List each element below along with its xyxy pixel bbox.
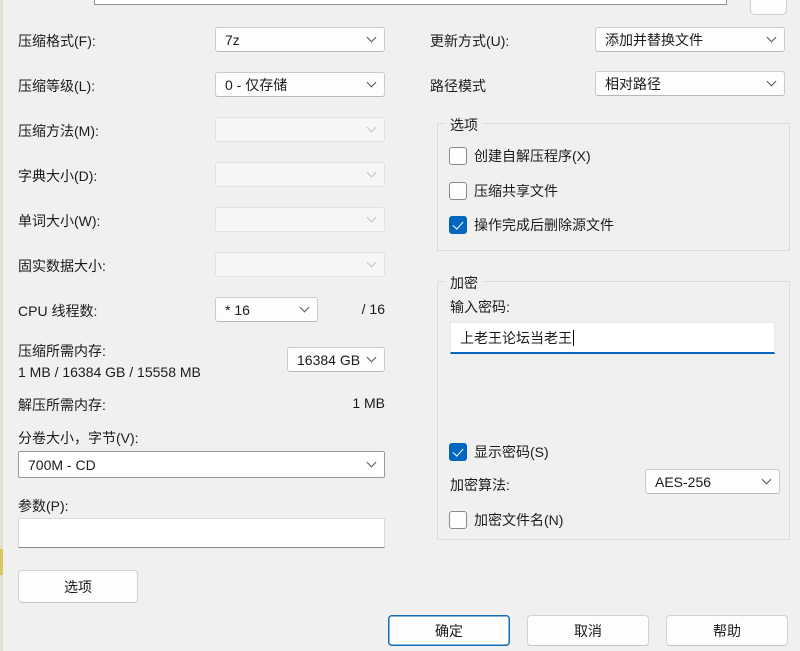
text-caret [573,330,574,346]
checkbox-icon [449,216,467,234]
chevron-down-icon [367,168,377,178]
chevron-down-icon [762,475,772,485]
cpu-threads-label: CPU 线程数: [18,301,97,321]
volume-size-value: 700M - CD [28,457,96,473]
chevron-down-icon [767,77,777,87]
path-mode-value: 相对路径 [605,74,661,94]
create-sfx-checkbox[interactable]: 创建自解压程序(X) [449,146,591,166]
show-password-label: 显示密码(S) [474,442,549,462]
method-combobox [215,117,385,142]
compress-memory-label: 压缩所需内存: [18,341,106,361]
memory-limit-value: 16384 GB [297,352,360,368]
password-value: 上老王论坛当老王 [460,330,572,346]
update-mode-value: 添加并替换文件 [605,30,703,50]
compress-shared-checkbox[interactable]: 压缩共享文件 [449,181,558,201]
cpu-threads-max: / 16 [355,301,385,317]
checkbox-icon [449,182,467,200]
dictionary-combobox [215,162,385,187]
parameters-input[interactable] [18,518,385,548]
word-size-label: 单词大小(W): [18,211,100,231]
chevron-down-icon [367,458,377,468]
volume-size-label: 分卷大小，字节(V): [18,428,139,448]
password-label: 输入密码: [450,297,510,317]
cancel-button[interactable]: 取消 [527,615,649,646]
chevron-down-icon [767,33,777,43]
options-button-label: 选项 [64,577,92,597]
memory-limit-combobox[interactable]: 16384 GB [287,347,385,372]
format-label: 压缩格式(F): [18,31,96,51]
encrypt-filenames-checkbox[interactable]: 加密文件名(N) [449,510,563,530]
archive-name-input[interactable] [94,0,727,5]
format-value: 7z [225,32,240,48]
browse-button[interactable] [750,0,787,15]
parameters-label: 参数(P): [18,496,69,516]
decompress-memory-value: 1 MB [285,395,385,411]
chevron-down-icon [367,33,377,43]
chevron-down-icon [367,213,377,223]
solid-size-combobox [215,252,385,277]
encryption-group-title: 加密 [445,273,483,293]
options-group-title: 选项 [445,115,483,135]
update-mode-combobox[interactable]: 添加并替换文件 [595,27,785,52]
compress-shared-label: 压缩共享文件 [474,181,558,201]
help-button[interactable]: 帮助 [666,615,788,646]
word-size-combobox [215,207,385,232]
volume-size-combobox[interactable]: 700M - CD [18,451,385,478]
options-button[interactable]: 选项 [18,570,138,603]
screen-edge-artifact-highlight [0,549,3,575]
password-input[interactable]: 上老王论坛当老王 [450,322,775,354]
checkbox-icon [449,443,467,461]
encryption-method-combobox[interactable]: AES-256 [645,469,780,494]
checkbox-icon [449,147,467,165]
encryption-groupbox: 加密 [437,281,790,540]
solid-size-label: 固实数据大小: [18,256,106,276]
decompress-memory-label: 解压所需内存: [18,395,106,415]
help-button-label: 帮助 [713,621,741,641]
cpu-threads-value: * 16 [225,302,250,318]
chevron-down-icon [367,353,377,363]
method-label: 压缩方法(M): [18,121,99,141]
cancel-button-label: 取消 [574,621,602,641]
cpu-threads-combobox[interactable]: * 16 [215,297,318,322]
path-mode-combobox[interactable]: 相对路径 [595,71,785,96]
encryption-method-label: 加密算法: [450,475,510,495]
update-mode-label: 更新方式(U): [430,31,509,51]
chevron-down-icon [367,78,377,88]
checkbox-icon [449,511,467,529]
encryption-method-value: AES-256 [655,474,711,490]
delete-after-checkbox[interactable]: 操作完成后删除源文件 [449,215,614,235]
compress-memory-detail: 1 MB / 16384 GB / 15558 MB [18,364,201,380]
chevron-down-icon [367,258,377,268]
add-to-archive-dialog: 压缩格式(F): 7z 压缩等级(L): 0 - 仅存储 压缩方法(M): 字典… [0,0,800,651]
ok-button[interactable]: 确定 [388,615,510,646]
level-combobox[interactable]: 0 - 仅存储 [215,72,385,97]
show-password-checkbox[interactable]: 显示密码(S) [449,442,549,462]
delete-after-label: 操作完成后删除源文件 [474,215,614,235]
ok-button-label: 确定 [435,621,463,641]
chevron-down-icon [300,303,310,313]
create-sfx-label: 创建自解压程序(X) [474,146,591,166]
chevron-down-icon [367,123,377,133]
level-value: 0 - 仅存储 [225,75,287,95]
format-combobox[interactable]: 7z [215,27,385,52]
dictionary-label: 字典大小(D): [18,166,97,186]
encrypt-filenames-label: 加密文件名(N) [474,510,563,530]
path-mode-label: 路径模式 [430,76,486,96]
level-label: 压缩等级(L): [18,76,95,96]
